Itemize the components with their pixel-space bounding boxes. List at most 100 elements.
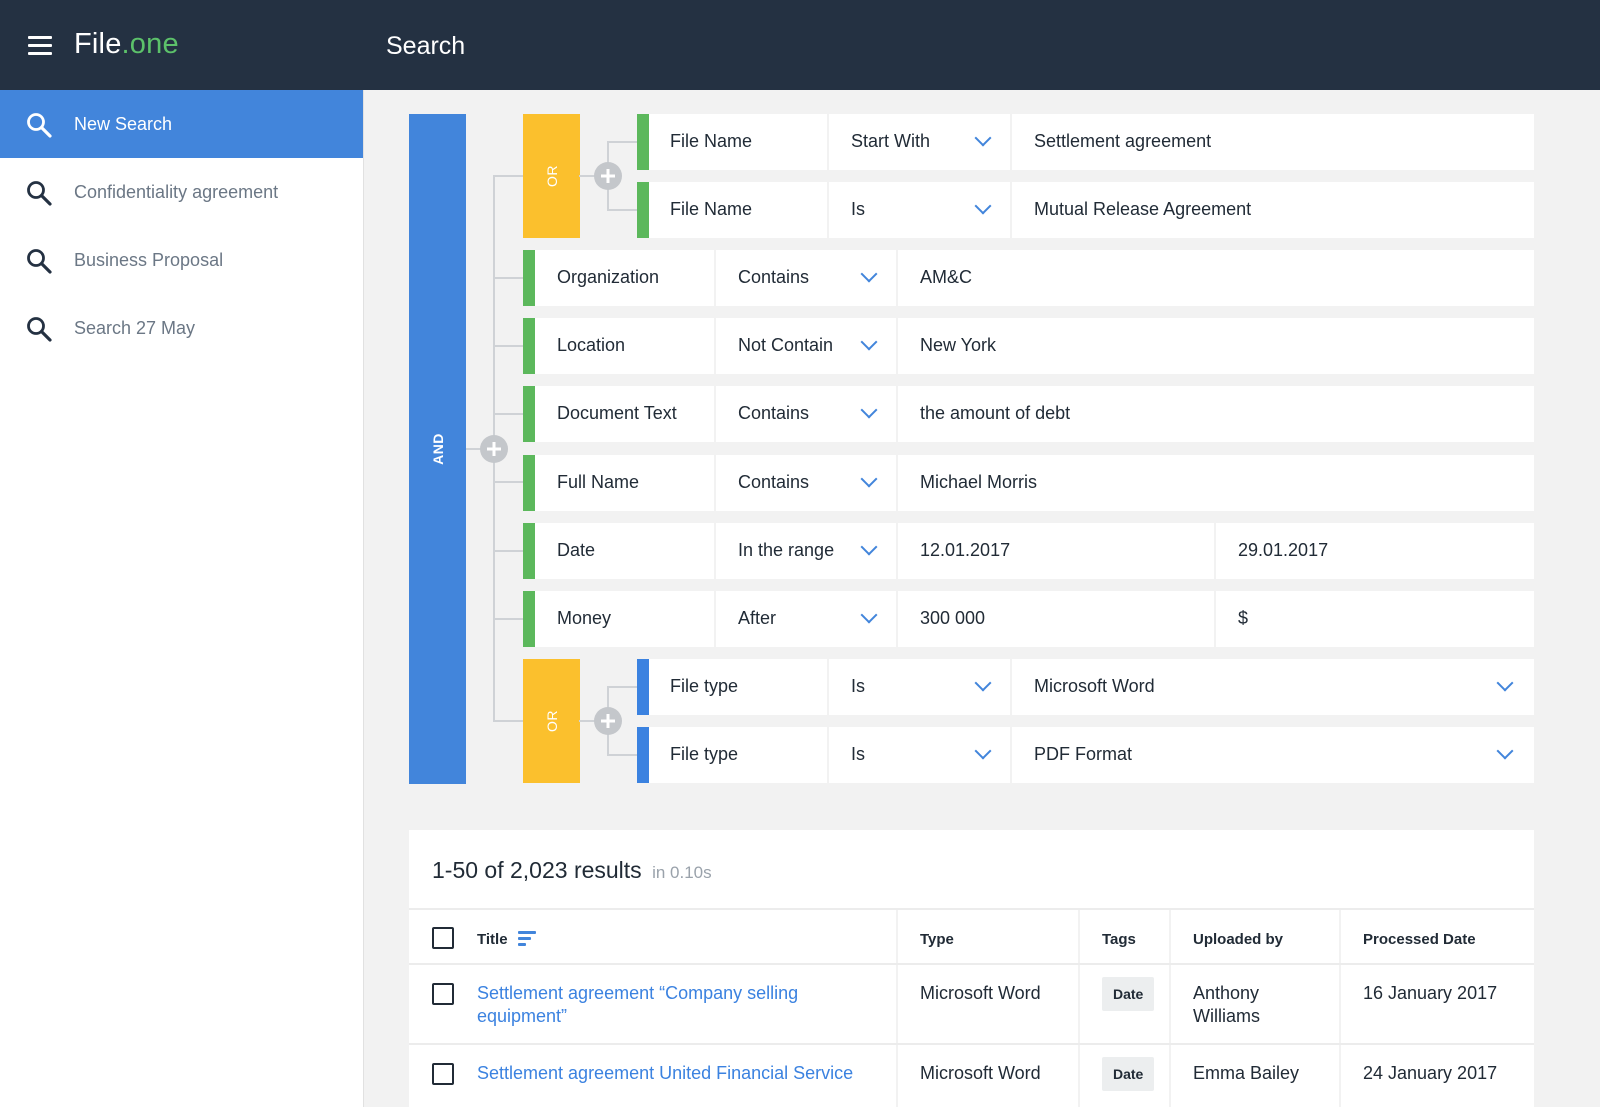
document-title-link[interactable]: Settlement agreement “Company selling equ… xyxy=(477,982,798,1028)
value-input[interactable]: AM&C xyxy=(898,250,1534,306)
value-input[interactable]: Michael Morris xyxy=(898,455,1534,511)
field-select[interactable]: File type xyxy=(648,659,829,715)
sidebar-item-business-proposal[interactable]: Business Proposal xyxy=(0,226,363,294)
column-divider xyxy=(1339,1045,1341,1107)
operator-select[interactable]: Is xyxy=(829,659,1012,715)
condition-stripe xyxy=(523,455,535,511)
date-to-input[interactable]: 29.01.2017 xyxy=(1216,523,1534,579)
field-select[interactable]: Date xyxy=(535,523,716,579)
value-input[interactable]: the amount of debt xyxy=(898,386,1534,442)
connector-line xyxy=(493,175,523,177)
chevron-down-icon xyxy=(860,401,878,419)
column-divider xyxy=(1169,965,1171,1043)
connector-line xyxy=(607,686,637,688)
field-select[interactable]: File Name xyxy=(648,182,829,238)
document-title-link[interactable]: Settlement agreement United Financial Se… xyxy=(477,1062,853,1085)
connector-line xyxy=(493,481,523,483)
operator-value: Is xyxy=(851,744,866,764)
tag-badge[interactable]: Date xyxy=(1102,1057,1155,1091)
sidebar-item-confidentiality-agreement[interactable]: Confidentiality agreement xyxy=(0,158,363,226)
column-divider xyxy=(1339,965,1341,1043)
column-header-title[interactable]: Title xyxy=(477,931,508,948)
condition-row: File Name Start With Settlement agreemen… xyxy=(637,114,1534,170)
value-input[interactable]: Mutual Release Agreement xyxy=(1012,182,1534,238)
uploaded-by: Emma Bailey xyxy=(1193,1063,1300,1083)
chevron-down-icon xyxy=(860,538,878,556)
add-condition-plus-icon[interactable] xyxy=(480,435,508,463)
operator-select[interactable]: Is xyxy=(829,727,1012,783)
value-input[interactable]: Settlement agreement xyxy=(1012,114,1534,170)
sidebar-item-label: Business Proposal xyxy=(74,250,224,270)
field-select[interactable]: Document Text xyxy=(535,386,716,442)
column-header-processed-date[interactable]: Processed Date xyxy=(1363,931,1476,948)
and-label: AND xyxy=(429,433,446,465)
sidebar-item-search-27-may[interactable]: Search 27 May xyxy=(0,294,363,362)
or-group-bar[interactable]: OR xyxy=(523,659,580,783)
column-header-uploaded-by[interactable]: Uploaded by xyxy=(1193,931,1283,948)
column-divider xyxy=(896,965,898,1043)
add-or-condition-plus-icon[interactable] xyxy=(594,707,622,735)
select-all-checkbox[interactable] xyxy=(432,927,454,949)
column-divider xyxy=(1078,965,1080,1043)
table-row[interactable]: Settlement agreement United Financial Se… xyxy=(409,1045,1534,1107)
table-row[interactable]: Settlement agreement “Company selling equ… xyxy=(409,965,1534,1045)
top-app-bar: File.one Search xyxy=(0,0,1600,90)
add-or-condition-plus-icon[interactable] xyxy=(594,162,622,190)
sidebar-item-new-search[interactable]: New Search xyxy=(0,90,363,158)
or-label: OR xyxy=(543,165,560,187)
condition-row: Date In the range 12.01.2017 29.01.2017 xyxy=(523,523,1534,579)
chevron-down-icon xyxy=(974,129,992,147)
search-icon xyxy=(27,181,52,206)
condition-row: File type Is Microsoft Word xyxy=(637,659,1534,715)
operator-select[interactable]: Is xyxy=(829,182,1012,238)
currency-input[interactable]: $ xyxy=(1216,591,1534,647)
chevron-down-icon xyxy=(860,470,878,488)
and-group-bar[interactable]: AND xyxy=(409,114,466,784)
operator-value: Contains xyxy=(738,267,810,287)
tag-badge[interactable]: Date xyxy=(1102,977,1155,1011)
search-icon xyxy=(27,249,52,274)
operator-select[interactable]: Contains xyxy=(716,455,898,511)
connector-line xyxy=(493,413,523,415)
value-input[interactable]: New York xyxy=(898,318,1534,374)
or-group-bar[interactable]: OR xyxy=(523,114,580,238)
connector-line xyxy=(607,141,637,143)
operator-value: Contains xyxy=(738,403,810,423)
amount-input[interactable]: 300 000 xyxy=(898,591,1216,647)
table-header: Title Type Tags Uploaded by Processed Da… xyxy=(409,908,1534,965)
results-panel: 1-50 of 2,023 results in 0.10s Title Typ… xyxy=(409,830,1534,1107)
connector-line xyxy=(493,277,523,279)
sidebar-item-label: Search 27 May xyxy=(74,318,196,338)
sort-icon[interactable] xyxy=(518,931,536,947)
column-header-tags[interactable]: Tags xyxy=(1102,931,1136,948)
row-checkbox[interactable] xyxy=(432,983,454,1005)
condition-row: File Name Is Mutual Release Agreement xyxy=(637,182,1534,238)
row-checkbox[interactable] xyxy=(432,1063,454,1085)
date-from-input[interactable]: 12.01.2017 xyxy=(898,523,1216,579)
operator-select[interactable]: Start With xyxy=(829,114,1012,170)
operator-value: In the range xyxy=(738,540,835,560)
field-select[interactable]: File type xyxy=(648,727,829,783)
file-type-select[interactable]: PDF Format xyxy=(1012,727,1534,783)
condition-row: Money After 300 000 $ xyxy=(523,591,1534,647)
menu-icon[interactable] xyxy=(28,36,52,55)
operator-select[interactable]: After xyxy=(716,591,898,647)
file-type-select[interactable]: Microsoft Word xyxy=(1012,659,1534,715)
sidebar-item-label: Confidentiality agreement xyxy=(74,182,279,202)
operator-select[interactable]: Contains xyxy=(716,250,898,306)
operator-select[interactable]: Contains xyxy=(716,386,898,442)
field-select[interactable]: Money xyxy=(535,591,716,647)
chevron-down-icon xyxy=(974,742,992,760)
field-select[interactable]: Full Name xyxy=(535,455,716,511)
operator-select[interactable]: In the range xyxy=(716,523,898,579)
field-select[interactable]: File Name xyxy=(648,114,829,170)
field-select[interactable]: Organization xyxy=(535,250,716,306)
operator-value: Is xyxy=(851,676,866,696)
column-header-type[interactable]: Type xyxy=(920,931,954,948)
field-select[interactable]: Location xyxy=(535,318,716,374)
column-divider xyxy=(896,1045,898,1107)
chevron-down-icon xyxy=(860,265,878,283)
chevron-down-icon xyxy=(1496,674,1514,692)
operator-select[interactable]: Not Contain xyxy=(716,318,898,374)
condition-stripe xyxy=(523,591,535,647)
